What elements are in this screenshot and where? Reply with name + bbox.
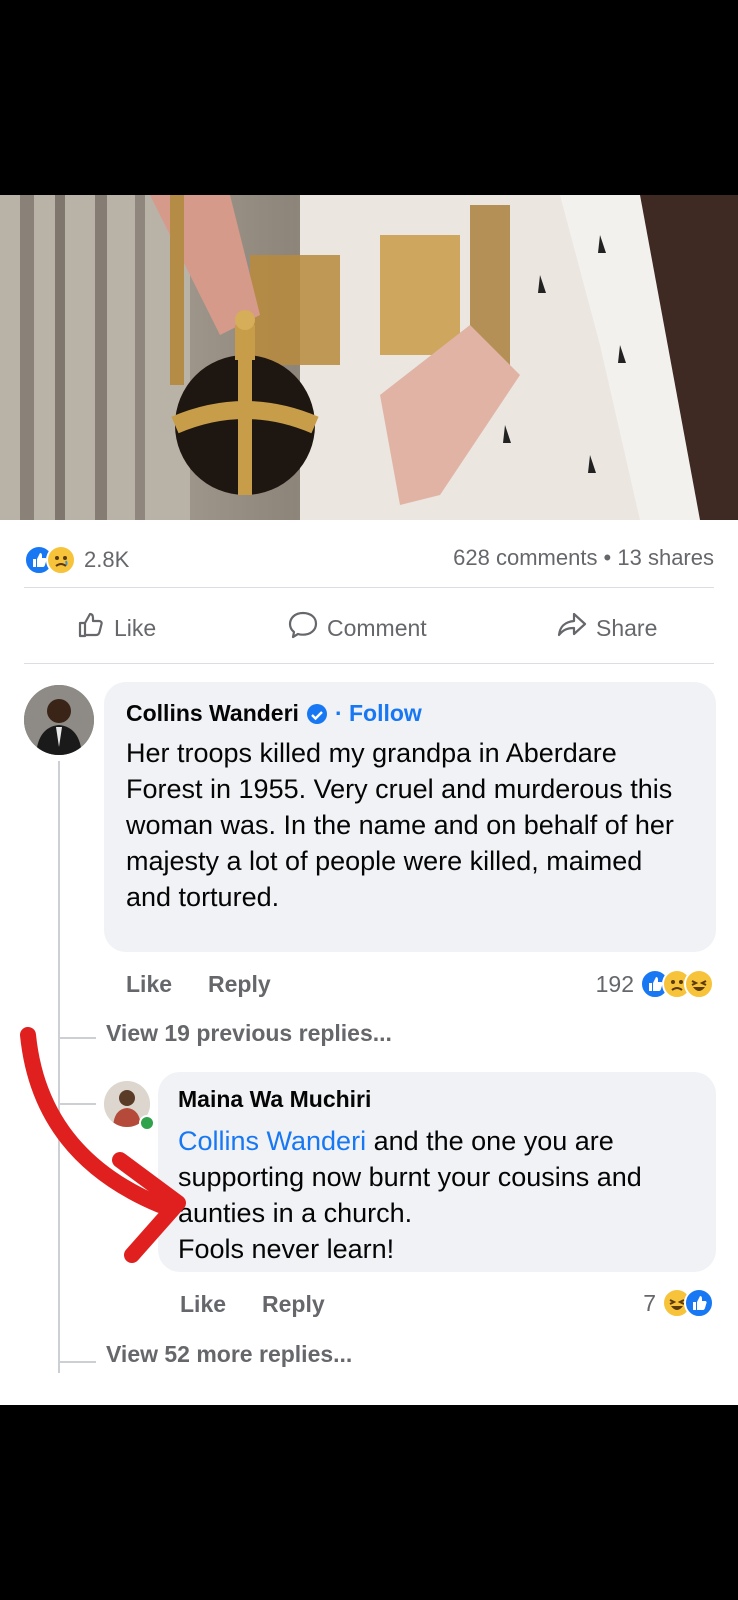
facebook-post: 2.8K 628 comments • 13 shares Like Comme… xyxy=(0,195,738,1405)
annotation-arrow-icon xyxy=(20,1027,186,1263)
